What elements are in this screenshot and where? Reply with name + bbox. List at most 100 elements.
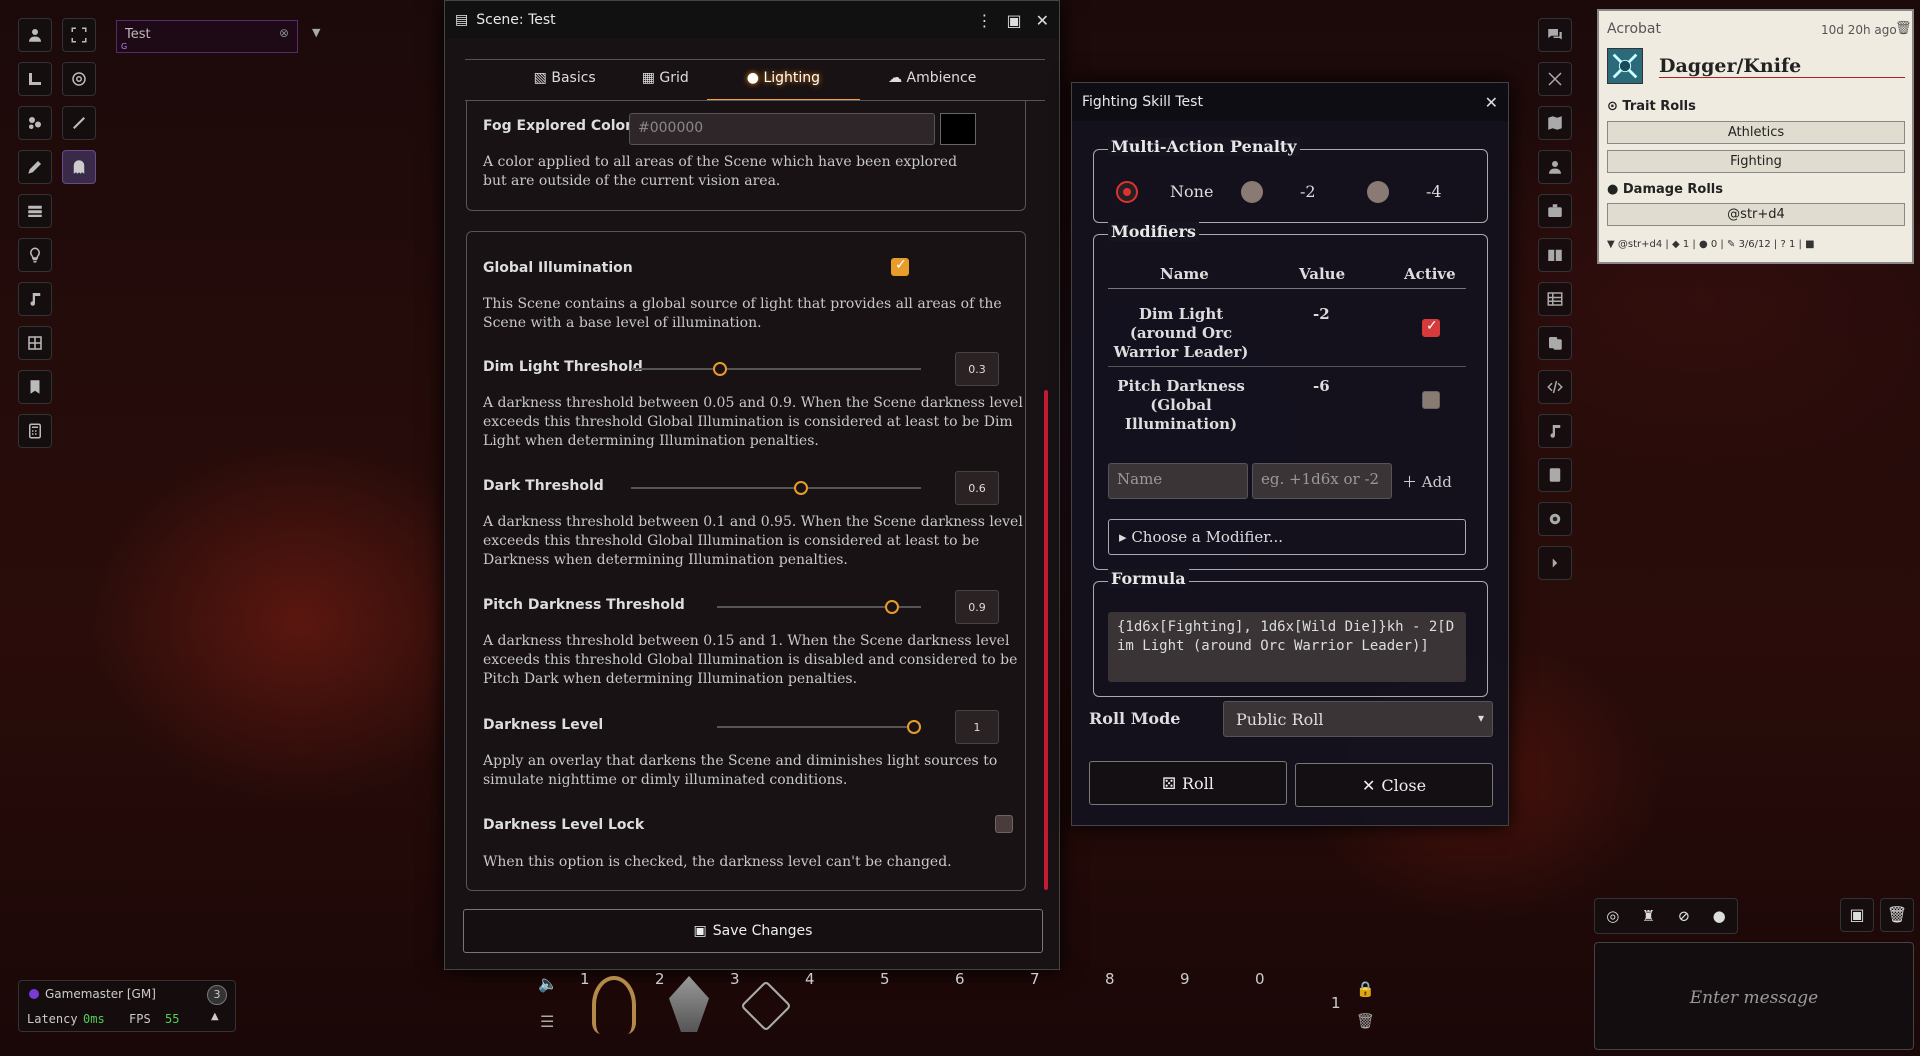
- mute-icon[interactable]: 🔈: [538, 974, 558, 993]
- notes-bookmark-icon[interactable]: [18, 370, 52, 404]
- pitch-threshold-slider[interactable]: [717, 600, 921, 614]
- clear-chat-icon[interactable]: 🗑: [1880, 898, 1914, 932]
- roll-button[interactable]: ⚄ Roll: [1089, 761, 1287, 805]
- darkness-level-slider[interactable]: [717, 720, 921, 734]
- scene-nav-toggle-icon[interactable]: ▼: [312, 26, 320, 39]
- blind-roll-icon[interactable]: ⊘: [1678, 907, 1691, 925]
- hotbar-slot[interactable]: 1: [580, 970, 650, 1040]
- tables-icon[interactable]: [1538, 282, 1572, 316]
- cards-icon[interactable]: [1538, 326, 1572, 360]
- self-roll-icon[interactable]: ●: [1713, 907, 1726, 925]
- global-illumination-checkbox[interactable]: ✓: [891, 257, 909, 276]
- expand-players-icon[interactable]: ▲: [211, 1011, 219, 1022]
- skill-test-title: Fighting Skill Test: [1082, 94, 1203, 110]
- scene-tab-close-icon[interactable]: ⊗: [279, 26, 289, 40]
- token-controls-icon[interactable]: [18, 18, 52, 52]
- hotbar-slot[interactable]: 0: [1255, 970, 1325, 1040]
- dim-threshold-value[interactable]: 0.3: [955, 352, 999, 386]
- fog-color-swatch[interactable]: [940, 113, 976, 145]
- map-radio-minus2[interactable]: [1241, 181, 1263, 203]
- walls-icon[interactable]: [18, 194, 52, 228]
- fog-color-input[interactable]: #000000: [629, 113, 935, 145]
- shapes-icon[interactable]: [18, 106, 52, 140]
- damage-roll-button[interactable]: @str+d4: [1607, 203, 1905, 226]
- ghost-icon[interactable]: [62, 150, 96, 184]
- hotbar-slot[interactable]: 8: [1105, 970, 1175, 1040]
- modifier-active-checkbox[interactable]: ✓: [1422, 318, 1440, 337]
- combat-swords-icon[interactable]: [1538, 62, 1572, 96]
- modifier-active-checkbox[interactable]: [1422, 391, 1440, 409]
- dim-threshold-slider[interactable]: [631, 362, 921, 376]
- drawing-pencil-icon[interactable]: [18, 150, 52, 184]
- modifier-name-input[interactable]: Name: [1108, 463, 1248, 499]
- playlists-music-icon[interactable]: [1538, 414, 1572, 448]
- map-radio-minus4[interactable]: [1367, 181, 1389, 203]
- fighting-button[interactable]: Fighting: [1607, 150, 1905, 173]
- scenes-map-icon[interactable]: [1538, 106, 1572, 140]
- rof-stat: 0: [1710, 239, 1718, 250]
- dark-threshold-knob[interactable]: [794, 481, 808, 495]
- fullscreen-icon[interactable]: [62, 18, 96, 52]
- scene-config-scrollbar[interactable]: [1044, 390, 1048, 890]
- athletics-button[interactable]: Athletics: [1607, 121, 1905, 144]
- pitch-threshold-knob[interactable]: [885, 600, 899, 614]
- modifier-value-input[interactable]: eg. +1d6x or -2: [1252, 463, 1392, 499]
- collapse-sidebar-icon[interactable]: [1538, 546, 1572, 580]
- save-changes-button[interactable]: ▣ Save Changes: [463, 909, 1043, 953]
- scene-config-header[interactable]: ▤ Scene: Test ⋮ ▣ ✕: [445, 1, 1059, 39]
- lighting-icon[interactable]: [18, 238, 52, 272]
- tab-basics[interactable]: ▧ Basics: [506, 60, 624, 100]
- hotbar-slot[interactable]: 2: [655, 970, 725, 1040]
- tab-ambience[interactable]: ☁ Ambience: [860, 60, 1004, 100]
- settings-gear-icon[interactable]: [1538, 502, 1572, 536]
- lock-icon[interactable]: 🔒: [1356, 980, 1375, 998]
- delete-icon[interactable]: 🗑: [1895, 21, 1912, 36]
- sounds-icon[interactable]: [18, 282, 52, 316]
- hotbar-menu-icon[interactable]: ☰: [540, 1012, 554, 1031]
- add-modifier-button[interactable]: ＋ Add: [1402, 471, 1452, 492]
- calculator-icon[interactable]: [18, 414, 52, 448]
- choose-modifier-dropdown[interactable]: ▸ Choose a Modifier...: [1108, 519, 1466, 555]
- trash-icon[interactable]: 🗑: [1356, 1012, 1375, 1030]
- pitch-threshold-value[interactable]: 0.9: [955, 590, 999, 624]
- export-chat-icon[interactable]: ▣: [1840, 898, 1874, 932]
- globe-icon[interactable]: ◎: [1606, 907, 1619, 925]
- menu-kebab-icon[interactable]: ⋮: [976, 11, 992, 30]
- darkness-lock-checkbox[interactable]: [995, 815, 1013, 833]
- measure-tape-icon[interactable]: [62, 106, 96, 140]
- chat-icon[interactable]: [1538, 18, 1572, 52]
- chat-message-card: Acrobat 10d 20h ago 🗑 Dagger/Knife ⊙ Tra…: [1597, 9, 1914, 264]
- compendium-icon[interactable]: [1538, 458, 1572, 492]
- journal-book-icon[interactable]: [1538, 238, 1572, 272]
- hotbar-slot[interactable]: 6: [955, 970, 1025, 1040]
- tab-grid[interactable]: ▦ Grid: [624, 60, 707, 100]
- scene-navigation-tab[interactable]: Test ⊗ G: [116, 20, 298, 53]
- dark-threshold-value[interactable]: 0.6: [955, 471, 999, 505]
- sheet-config-icon[interactable]: ▣: [1006, 11, 1021, 30]
- ruler-icon[interactable]: [18, 62, 52, 96]
- dim-threshold-knob[interactable]: [713, 362, 727, 376]
- close-icon[interactable]: ✕: [1485, 93, 1498, 112]
- dark-threshold-slider[interactable]: [631, 481, 921, 495]
- skill-test-header[interactable]: Fighting Skill Test ✕: [1072, 83, 1508, 121]
- macros-code-icon[interactable]: [1538, 370, 1572, 404]
- formula-text[interactable]: {1d6x[Fighting], 1d6x[Wild Die]}kh - 2[D…: [1108, 612, 1466, 682]
- items-suitcase-icon[interactable]: [1538, 194, 1572, 228]
- gm-roll-icon[interactable]: ♜: [1642, 907, 1655, 925]
- tiles-icon[interactable]: [18, 326, 52, 360]
- hotbar-slot[interactable]: 7: [1030, 970, 1100, 1040]
- hotbar-slot[interactable]: 5: [880, 970, 950, 1040]
- target-icon[interactable]: [62, 62, 96, 96]
- hotbar-slot[interactable]: 3: [730, 970, 800, 1040]
- close-button[interactable]: ✕ Close: [1295, 763, 1493, 807]
- darkness-level-value[interactable]: 1: [955, 710, 999, 744]
- hotbar-slot[interactable]: 4: [805, 970, 875, 1040]
- actors-icon[interactable]: [1538, 150, 1572, 184]
- chat-message-input[interactable]: Enter message: [1594, 942, 1914, 1050]
- hotbar-slot[interactable]: 9: [1180, 970, 1250, 1040]
- close-icon[interactable]: ✕: [1036, 11, 1049, 30]
- darkness-level-knob[interactable]: [907, 720, 921, 734]
- map-radio-none[interactable]: [1116, 181, 1138, 203]
- tab-lighting[interactable]: ● Lighting: [706, 60, 861, 100]
- roll-mode-select[interactable]: Public Roll ▾: [1223, 701, 1493, 737]
